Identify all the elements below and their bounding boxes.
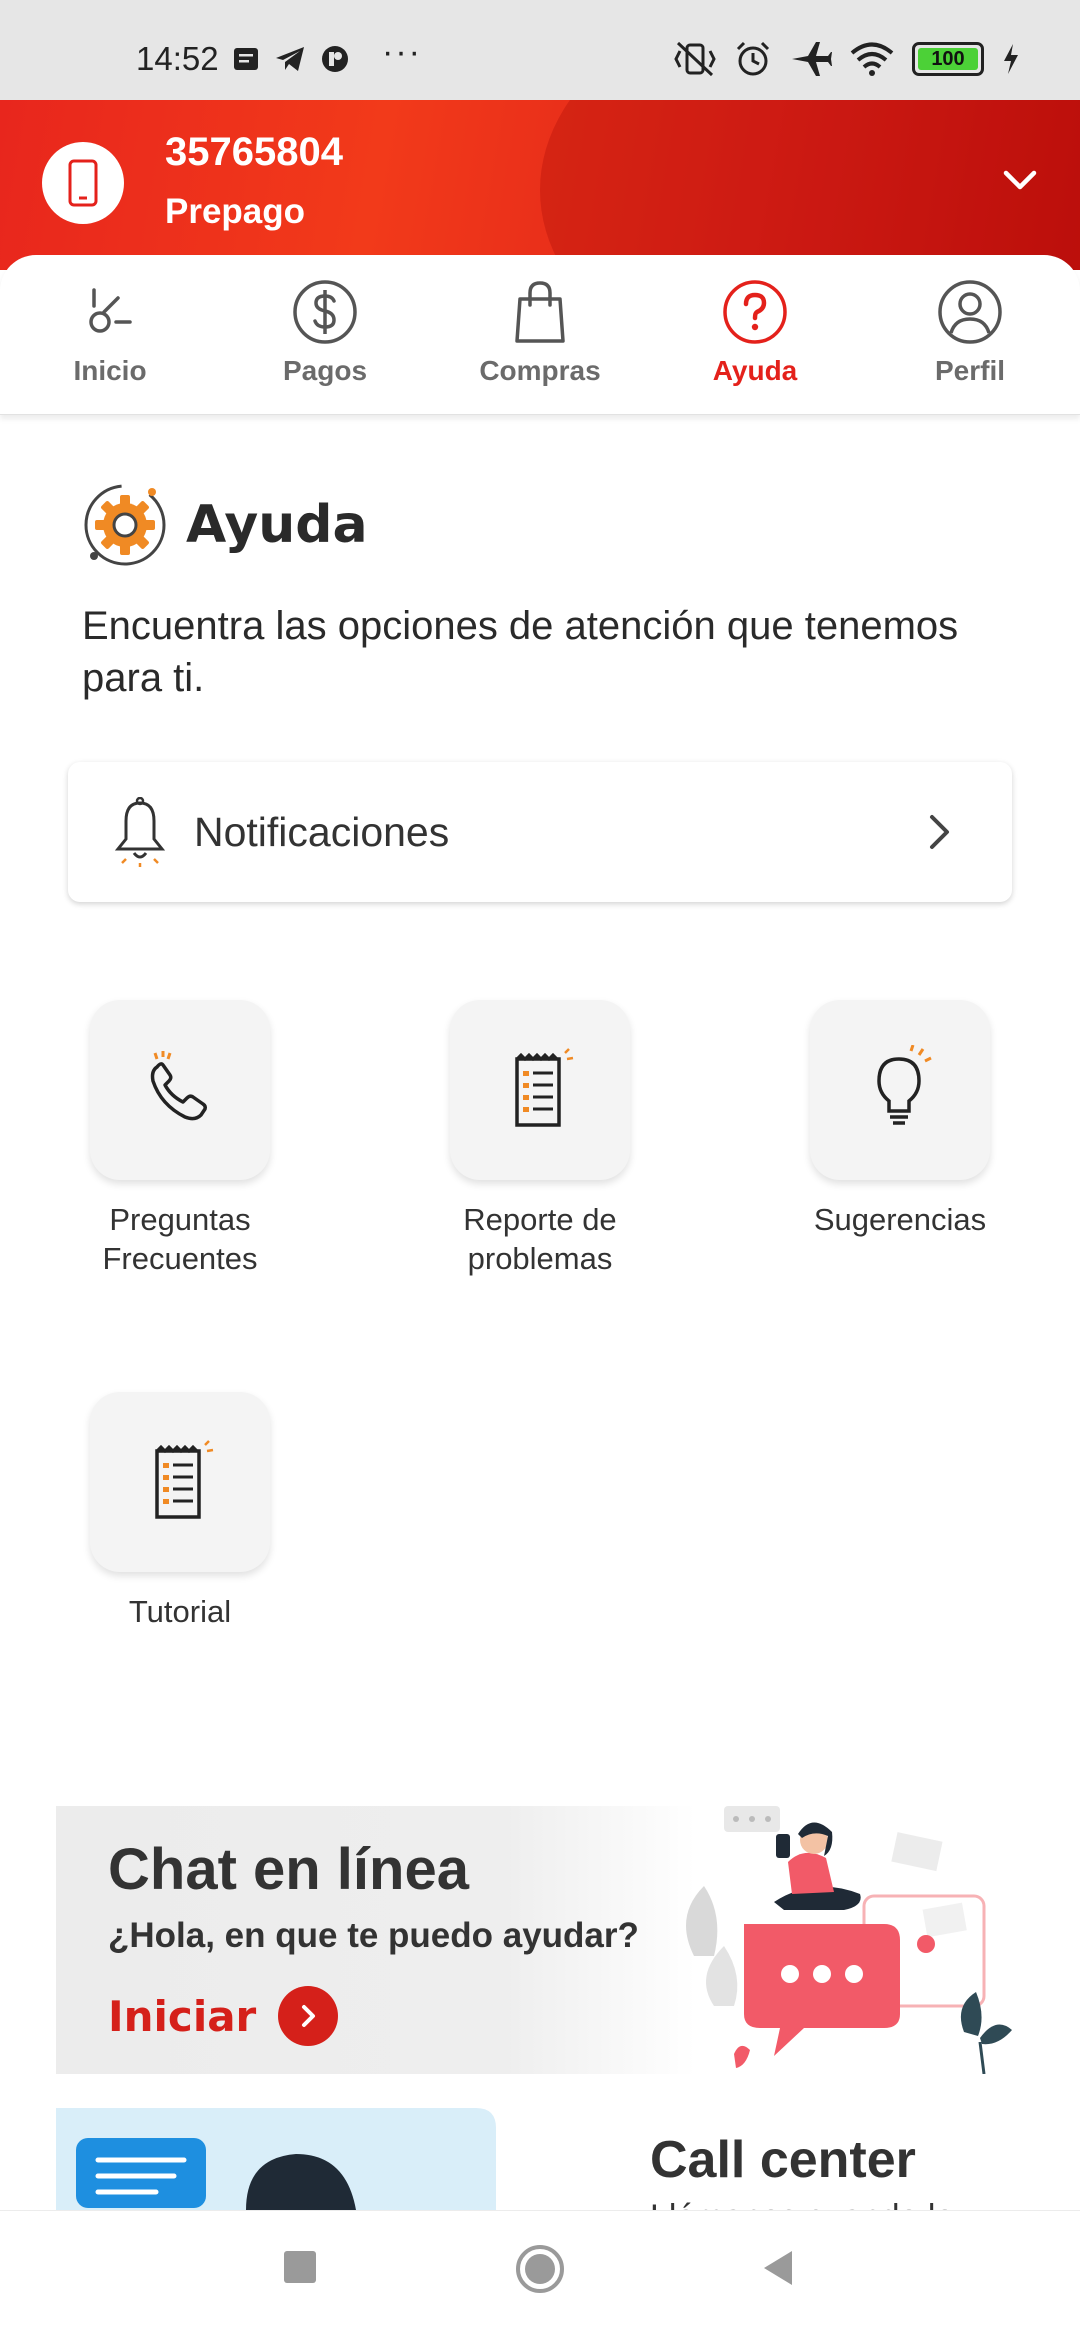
option-tile[interactable] [90, 1000, 270, 1180]
tab-label: Pagos [282, 355, 368, 386]
battery-level: 100 [931, 47, 965, 70]
report-icon [515, 1048, 574, 1127]
tab-label: Inicio [73, 355, 147, 386]
option-label-line1: Reporte de [463, 1202, 617, 1237]
account-plan: Prepago [165, 192, 306, 231]
account-header[interactable]: 35765804 Prepago [0, 100, 1080, 270]
battery-icon: 100 [912, 42, 984, 76]
message-icon [234, 48, 258, 70]
option-sugerencias[interactable]: Sugerencias [780, 1000, 1020, 1239]
app-icon [322, 46, 348, 72]
option-tile[interactable] [810, 1000, 990, 1180]
call-center-title: Call center [650, 2131, 916, 2189]
chat-start-label: Iniciar [108, 1991, 257, 2041]
chat-banner[interactable]: Chat en línea ¿Hola, en que te puedo ayu… [56, 1806, 1024, 2074]
charging-icon [1004, 44, 1018, 74]
tab-label: Perfil [934, 355, 1006, 386]
option-preguntas-frecuentes[interactable]: Preguntas Frecuentes [60, 1000, 300, 1278]
main-tab-bar: Inicio Pagos Compras Ayuda Perfil [0, 255, 1080, 415]
status-time: 14:52 [136, 40, 219, 77]
tab-pagos[interactable]: Pagos [217, 255, 433, 415]
lightbulb-icon [877, 1045, 932, 1125]
phone-icon [150, 1051, 207, 1121]
option-label-line2: problemas [467, 1241, 613, 1276]
account-number: 35765804 [165, 130, 343, 174]
tab-inicio[interactable]: Inicio [2, 255, 218, 415]
option-label-line1: Sugerencias [813, 1202, 987, 1237]
call-center-subtitle: Llámanos cuando lo [650, 2198, 954, 2210]
bell-icon [114, 797, 166, 867]
back-button-icon[interactable] [760, 2249, 794, 2287]
vibrate-off-icon [674, 41, 716, 77]
tab-perfil[interactable]: Perfil [862, 255, 1078, 415]
tab-label: Compras [479, 355, 601, 386]
option-label-line1: Tutorial [128, 1594, 232, 1629]
option-tile[interactable] [90, 1392, 270, 1572]
alarm-icon [736, 41, 770, 76]
option-label-line1: Preguntas [109, 1202, 251, 1237]
chat-title: Chat en línea [108, 1837, 469, 1902]
tab-ayuda[interactable]: Ayuda [647, 255, 863, 415]
status-right-icons: 100 [674, 40, 1020, 78]
notifications-label: Notificaciones [194, 808, 450, 855]
chevron-down-icon[interactable] [1000, 160, 1040, 200]
option-label-line2: Frecuentes [102, 1241, 258, 1276]
chat-illustration [686, 1806, 1012, 2074]
mobile-phone-icon [68, 159, 98, 207]
more-notifications-icon: ··· [382, 32, 422, 71]
page-header: Ayuda [82, 482, 368, 568]
chevron-right-icon [930, 815, 949, 849]
call-center-banner[interactable]: Call center Llámanos cuando lo [56, 2108, 1024, 2210]
phone-avatar [42, 142, 124, 224]
call-center-illustration [56, 2108, 496, 2210]
telegram-icon [276, 47, 304, 71]
help-gear-icon [84, 484, 166, 566]
system-navigation-bar [0, 2210, 1080, 2340]
status-left-icons: ··· [232, 33, 422, 74]
dollar-icon [293, 280, 357, 344]
page-intro: Encuentra las opciones de atención que t… [82, 604, 959, 700]
status-bar: 14:52 ··· 100 [0, 0, 1080, 100]
tab-label: Ayuda [712, 355, 798, 386]
chat-start-button[interactable]: Iniciar [108, 1986, 339, 2046]
option-tile[interactable] [450, 1000, 630, 1180]
shopping-bag-icon [515, 281, 565, 343]
home-button-icon[interactable] [514, 2243, 566, 2295]
airplane-icon [792, 42, 832, 76]
tab-compras[interactable]: Compras [432, 255, 648, 415]
help-icon [723, 280, 787, 344]
arrow-right-circle-icon [278, 1986, 339, 2046]
profile-icon [938, 280, 1002, 344]
wifi-icon [850, 42, 894, 76]
page-title: Ayuda [186, 495, 368, 555]
home-icon [89, 288, 132, 333]
recents-button-icon[interactable] [282, 2249, 318, 2285]
option-tutorial[interactable]: Tutorial [60, 1392, 300, 1631]
document-icon [155, 1440, 214, 1519]
option-reporte-problemas[interactable]: Reporte de problemas [420, 1000, 660, 1278]
chat-subtitle: ¿Hola, en que te puedo ayudar? [108, 1916, 639, 1955]
notifications-card[interactable]: Notificaciones [68, 762, 1012, 902]
